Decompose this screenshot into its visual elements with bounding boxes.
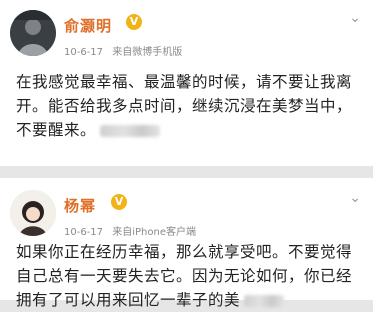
weibo-post-card: 杨幂 V 10-6-17 来自iPhone客户端 ⌄ 如果你正在经历幸福，那么就… — [0, 178, 373, 309]
verified-badge-icon: V — [126, 14, 142, 30]
author-avatar[interactable] — [10, 190, 56, 236]
post-date: 10-6-17 — [64, 227, 104, 238]
weibo-post-card: 俞灏明 V 10-6-17 来自微博手机版 ⌄ 在我感觉最幸福、最温馨的时候，请… — [0, 0, 373, 166]
post-meta: 10-6-17 来自iPhone客户端 — [64, 223, 202, 238]
post-text-content: 在我感觉最幸福、最温馨的时候，请不要让我离开。能否给我多点时间，继续沉浸在美梦当… — [16, 73, 353, 139]
blurred-text — [100, 124, 161, 137]
post-meta: 10-6-17 来自微博手机版 — [64, 43, 188, 58]
post-text: 如果你正在经历幸福，那么就享受吧。不要觉得自己总有一天要失去它。因为无论如何，你… — [16, 240, 354, 312]
chevron-down-icon[interactable]: ⌄ — [349, 190, 361, 206]
blurred-text — [244, 294, 285, 307]
post-text: 在我感觉最幸福、最温馨的时候，请不要让我离开。能否给我多点时间，继续沉浸在美梦当… — [16, 70, 354, 142]
chevron-down-icon[interactable]: ⌄ — [349, 10, 361, 26]
post-date: 10-6-17 — [64, 47, 104, 58]
author-avatar[interactable] — [10, 10, 56, 56]
post-source[interactable]: 来自微博手机版 — [112, 47, 182, 58]
author-name[interactable]: 俞灏明 — [64, 15, 112, 36]
verified-badge-icon: V — [111, 194, 127, 210]
author-name[interactable]: 杨幂 — [64, 195, 96, 216]
post-source[interactable]: 来自iPhone客户端 — [112, 227, 196, 238]
post-text-content: 如果你正在经历幸福，那么就享受吧。不要觉得自己总有一天要失去它。因为无论如何，你… — [16, 243, 353, 309]
